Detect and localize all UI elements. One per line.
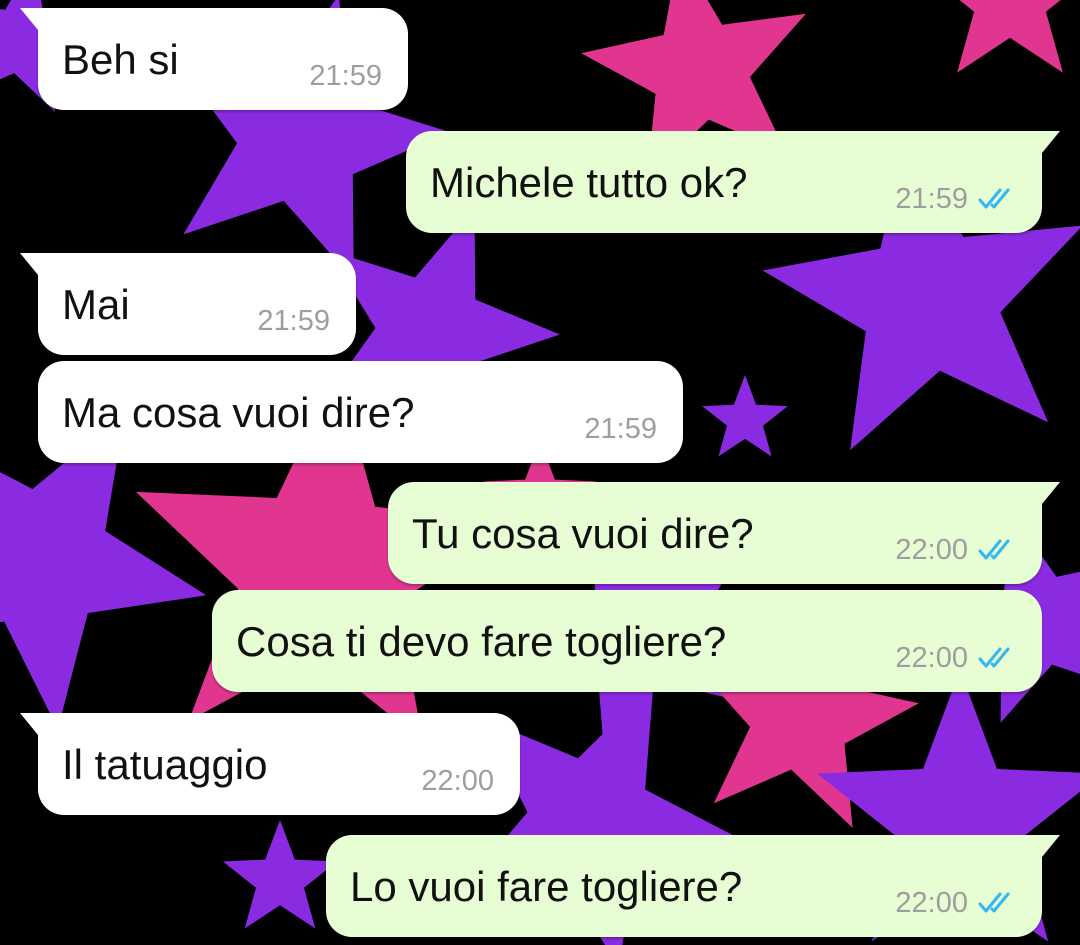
message-meta: 22:00 xyxy=(895,887,1016,919)
message-meta: 21:59 xyxy=(895,183,1016,215)
message-meta: 22:00 xyxy=(895,642,1016,674)
double-check-read-icon xyxy=(978,892,1010,913)
message-bubble-incoming[interactable]: Mai 21:59 xyxy=(20,253,356,355)
message-text: Tu cosa vuoi dire? xyxy=(412,510,754,557)
message-timestamp: 21:59 xyxy=(895,183,968,215)
double-check-read-icon xyxy=(978,539,1010,560)
double-check-read-icon xyxy=(978,647,1010,668)
message-text: Il tatuaggio xyxy=(62,741,268,788)
wallpaper-star xyxy=(957,0,1063,73)
message-text: Michele tutto ok? xyxy=(430,159,748,206)
message-meta: 21:59 xyxy=(584,413,657,445)
message-meta: 21:59 xyxy=(257,305,330,337)
message-timestamp: 22:00 xyxy=(895,534,968,566)
message-timestamp: 21:59 xyxy=(584,413,657,445)
message-text: Ma cosa vuoi dire? xyxy=(62,389,415,436)
message-timestamp: 22:00 xyxy=(421,765,494,797)
message-bubble-outgoing[interactable]: Tu cosa vuoi dire? 22:00 xyxy=(388,482,1060,584)
message-text: Mai xyxy=(62,281,130,328)
wallpaper-star xyxy=(222,820,338,929)
message-bubble-outgoing[interactable]: Lo vuoi fare togliere? 22:00 xyxy=(326,835,1060,937)
double-check-read-icon xyxy=(978,188,1010,209)
message-timestamp: 21:59 xyxy=(257,305,330,337)
message-bubble-incoming[interactable]: Ma cosa vuoi dire? 21:59 xyxy=(38,361,683,463)
wallpaper-star xyxy=(702,375,788,457)
chat-conversation[interactable]: Beh si 21:59 Michele tutto ok? 21:59 Mai… xyxy=(0,0,1080,945)
message-text: Cosa ti devo fare togliere? xyxy=(236,618,727,665)
message-bubble-outgoing[interactable]: Michele tutto ok? 21:59 xyxy=(406,131,1060,233)
message-bubble-incoming[interactable]: Il tatuaggio 22:00 xyxy=(20,713,520,815)
message-bubble-outgoing[interactable]: Cosa ti devo fare togliere? 22:00 xyxy=(212,590,1042,692)
message-timestamp: 22:00 xyxy=(895,642,968,674)
message-meta: 21:59 xyxy=(309,60,382,92)
message-bubble-incoming[interactable]: Beh si 21:59 xyxy=(20,8,408,110)
message-timestamp: 22:00 xyxy=(895,887,968,919)
message-meta: 22:00 xyxy=(895,534,1016,566)
message-text: Lo vuoi fare togliere? xyxy=(350,863,743,910)
message-meta: 22:00 xyxy=(421,765,494,797)
message-text: Beh si xyxy=(62,36,179,83)
message-timestamp: 21:59 xyxy=(309,60,382,92)
